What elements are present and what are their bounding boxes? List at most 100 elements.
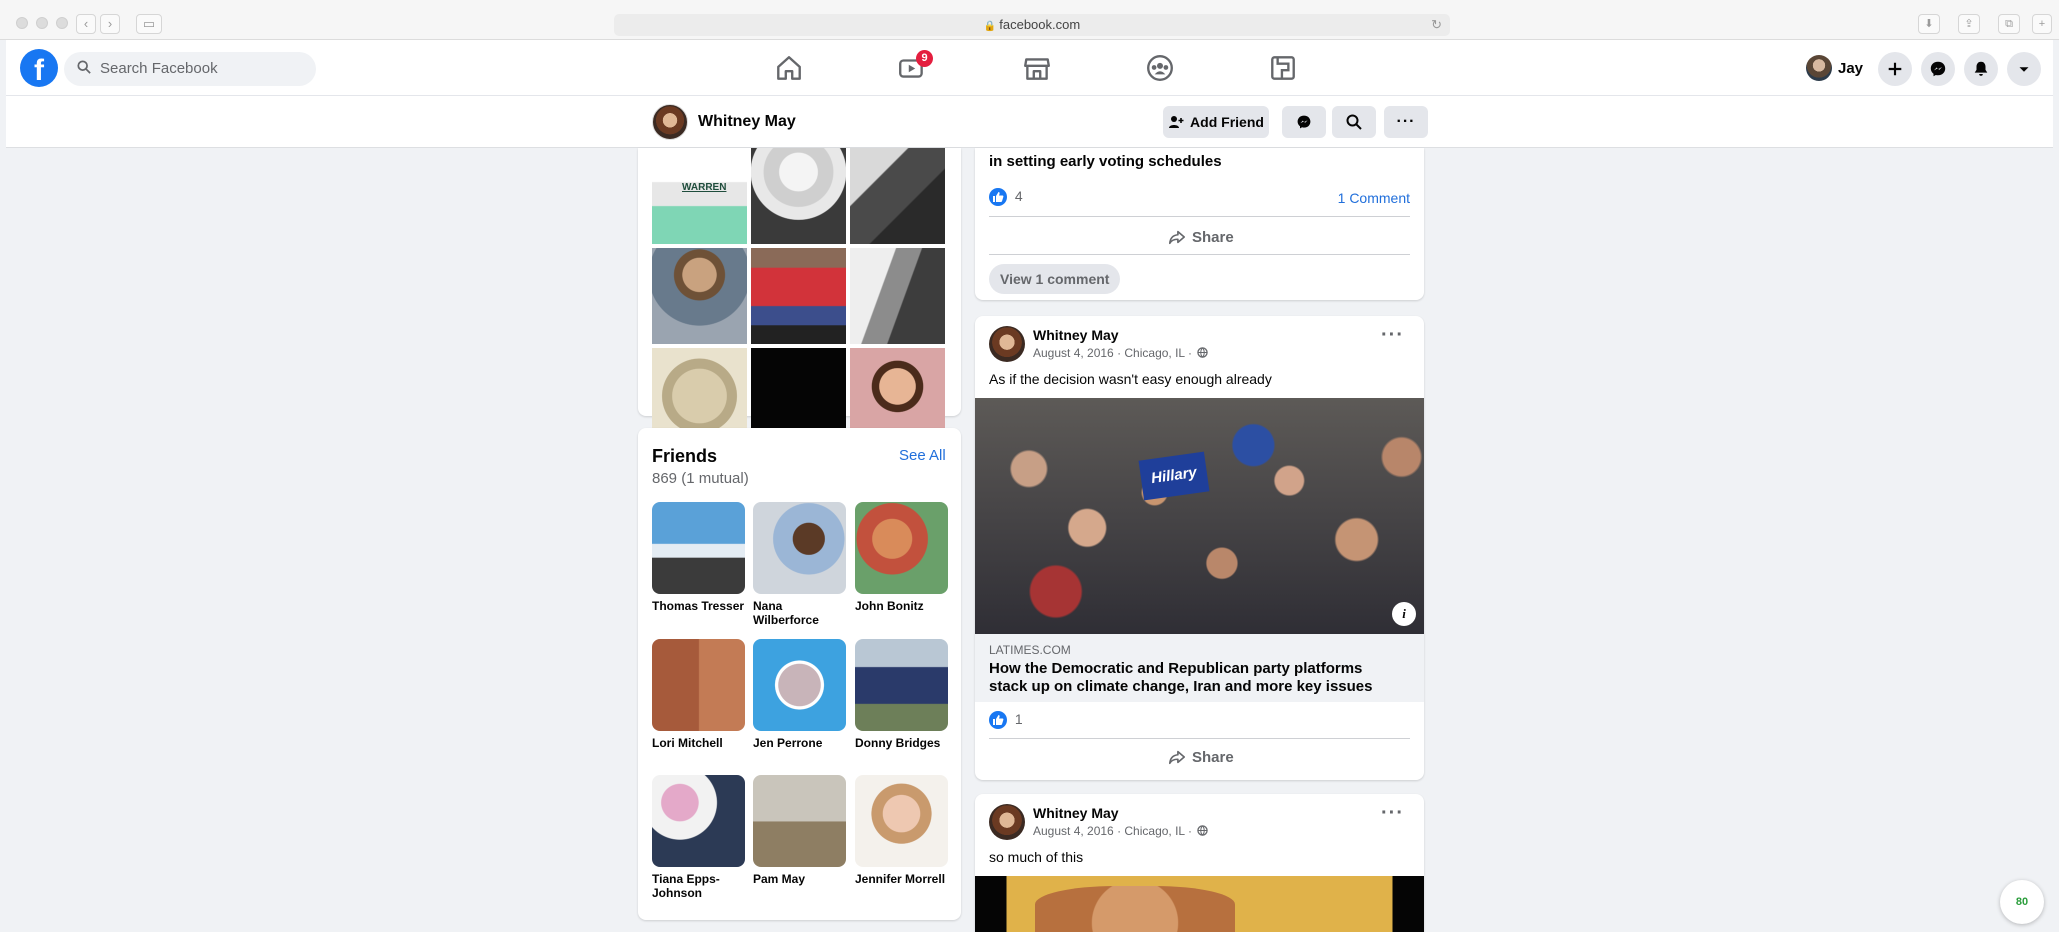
friend-name[interactable]: John Bonitz	[855, 599, 948, 613]
link-domain: LATIMES.COM	[989, 643, 1071, 657]
share-button[interactable]: Share	[1168, 748, 1234, 766]
post-options-icon[interactable]: ···	[1381, 802, 1404, 825]
back-button[interactable]: ‹	[76, 14, 96, 34]
more-options-button[interactable]: ···	[1384, 106, 1428, 138]
profile-shortcut[interactable]: Jay	[1806, 52, 1863, 84]
post-card: Whitney May August 4, 2016 · Chicago, IL…	[975, 316, 1424, 780]
post-meta[interactable]: August 4, 2016 · Chicago, IL ·	[1033, 346, 1209, 360]
gaming-tab[interactable]	[1265, 50, 1301, 86]
photo-thumbnail[interactable]	[850, 248, 945, 344]
friend-card[interactable]: Thomas Tresser	[652, 502, 745, 613]
friend-card[interactable]: Tiana Epps-Johnson	[652, 775, 745, 900]
friend-photo[interactable]	[855, 775, 948, 867]
download-icon[interactable]: ⬇	[1918, 14, 1940, 34]
reaction-summary[interactable]: 1	[989, 711, 1023, 730]
friend-photo[interactable]	[753, 502, 846, 594]
post-author-avatar[interactable]	[989, 326, 1025, 362]
photo-thumbnail[interactable]	[850, 148, 945, 244]
share-icon[interactable]: ⇪	[1958, 14, 1980, 34]
friend-name[interactable]: Pam May	[753, 872, 846, 886]
friend-photo[interactable]	[753, 639, 846, 731]
profile-search-button[interactable]	[1332, 106, 1376, 138]
view-comments-button[interactable]: View 1 comment	[989, 264, 1121, 294]
photo-thumbnail[interactable]	[751, 148, 846, 244]
like-icon	[989, 188, 1007, 207]
friend-photo[interactable]	[652, 502, 745, 594]
facebook-logo-icon[interactable]: f	[20, 49, 58, 87]
friend-card[interactable]: Nana Wilberforce	[753, 502, 846, 627]
groups-tab[interactable]	[1142, 50, 1178, 86]
friend-name[interactable]: Jennifer Morrell	[855, 872, 948, 886]
message-button[interactable]	[1282, 106, 1326, 138]
friend-card[interactable]: Pam May	[753, 775, 846, 886]
notifications-button[interactable]	[1964, 52, 1998, 86]
link-title[interactable]: in setting early voting schedules	[989, 153, 1222, 171]
post-meta-text: August 4, 2016 · Chicago, IL ·	[1033, 346, 1192, 360]
photo-thumbnail[interactable]: WARREN	[652, 148, 747, 244]
sign-graphic: Hillary	[1138, 451, 1210, 501]
link-title: How the Democratic and Republican party …	[989, 660, 1373, 695]
forward-button[interactable]: ›	[100, 14, 120, 34]
friend-card[interactable]: Jennifer Morrell	[855, 775, 948, 886]
url-text: facebook.com	[999, 17, 1081, 32]
globe-icon	[1197, 825, 1209, 836]
active-contacts-widget[interactable]: 80	[2000, 880, 2044, 924]
watch-tab[interactable]: 9	[894, 50, 933, 86]
friend-name[interactable]: Donny Bridges	[855, 736, 948, 750]
see-all-friends-link[interactable]: See All	[899, 447, 946, 464]
post-options-icon[interactable]: ···	[1381, 324, 1404, 347]
friend-card[interactable]: Jen Perrone	[753, 639, 846, 750]
likes-count: 4	[1014, 188, 1023, 204]
account-menu-button[interactable]	[2007, 52, 2041, 86]
comments-count-link[interactable]: 1 Comment	[1338, 190, 1410, 206]
reload-icon[interactable]: ↻	[1431, 14, 1442, 36]
friend-photo[interactable]	[652, 775, 745, 867]
post-meta[interactable]: August 4, 2016 · Chicago, IL ·	[1033, 824, 1209, 838]
search-input[interactable]: Search Facebook	[64, 52, 316, 86]
add-friend-button[interactable]: Add Friend	[1163, 106, 1269, 138]
new-tab-icon[interactable]: +	[2032, 14, 2052, 34]
friend-name[interactable]: Thomas Tresser	[652, 599, 745, 613]
zoom-window-button[interactable]	[56, 17, 68, 29]
create-button[interactable]	[1878, 52, 1912, 86]
friend-photo[interactable]	[855, 502, 948, 594]
photo-thumbnail[interactable]	[751, 248, 846, 344]
friend-name[interactable]: Tiana Epps-Johnson	[652, 872, 745, 900]
post-link-image[interactable]: Hillary i	[975, 398, 1424, 634]
friend-name[interactable]: Lori Mitchell	[652, 736, 745, 750]
friends-count: 869 (1 mutual)	[652, 470, 749, 487]
friend-card[interactable]: Lori Mitchell	[652, 639, 745, 750]
post-author-avatar[interactable]	[989, 804, 1025, 840]
profile-avatar[interactable]	[652, 104, 688, 140]
friend-photo[interactable]	[753, 775, 846, 867]
friends-title[interactable]: Friends	[652, 446, 717, 467]
friend-name[interactable]: Nana Wilberforce	[753, 599, 846, 627]
tabs-overview-icon[interactable]: ⧉	[1998, 14, 2020, 34]
lock-icon: 🔒	[983, 21, 997, 32]
photo-thumbnail[interactable]	[652, 248, 747, 344]
messenger-button[interactable]	[1921, 52, 1955, 86]
post-image[interactable]	[975, 876, 1424, 932]
search-icon	[1346, 114, 1362, 130]
marketplace-tab[interactable]	[1019, 50, 1055, 86]
friend-photo[interactable]	[652, 639, 745, 731]
post-author-name[interactable]: Whitney May	[1033, 805, 1119, 821]
friend-photo[interactable]	[855, 639, 948, 731]
friend-name[interactable]: Jen Perrone	[753, 736, 846, 750]
link-preview[interactable]: LATIMES.COM How the Democratic and Repub…	[975, 634, 1424, 702]
info-icon[interactable]: i	[1392, 602, 1416, 626]
reaction-summary[interactable]: 4	[989, 188, 1023, 207]
friend-card[interactable]: Donny Bridges	[855, 639, 948, 750]
profile-name[interactable]: Whitney May	[698, 113, 796, 131]
home-tab[interactable]	[771, 50, 807, 86]
watch-notification-badge: 9	[916, 50, 933, 67]
share-button[interactable]: Share	[1168, 228, 1234, 246]
search-placeholder: Search Facebook	[100, 60, 218, 77]
friend-card[interactable]: John Bonitz	[855, 502, 948, 613]
minimize-window-button[interactable]	[36, 17, 48, 29]
close-window-button[interactable]	[16, 17, 28, 29]
sidebar-toggle-icon[interactable]: ▭	[136, 14, 162, 34]
post-meta-text: August 4, 2016 · Chicago, IL ·	[1033, 824, 1192, 838]
address-bar[interactable]: 🔒 facebook.com ↻	[614, 14, 1450, 36]
post-author-name[interactable]: Whitney May	[1033, 327, 1119, 343]
